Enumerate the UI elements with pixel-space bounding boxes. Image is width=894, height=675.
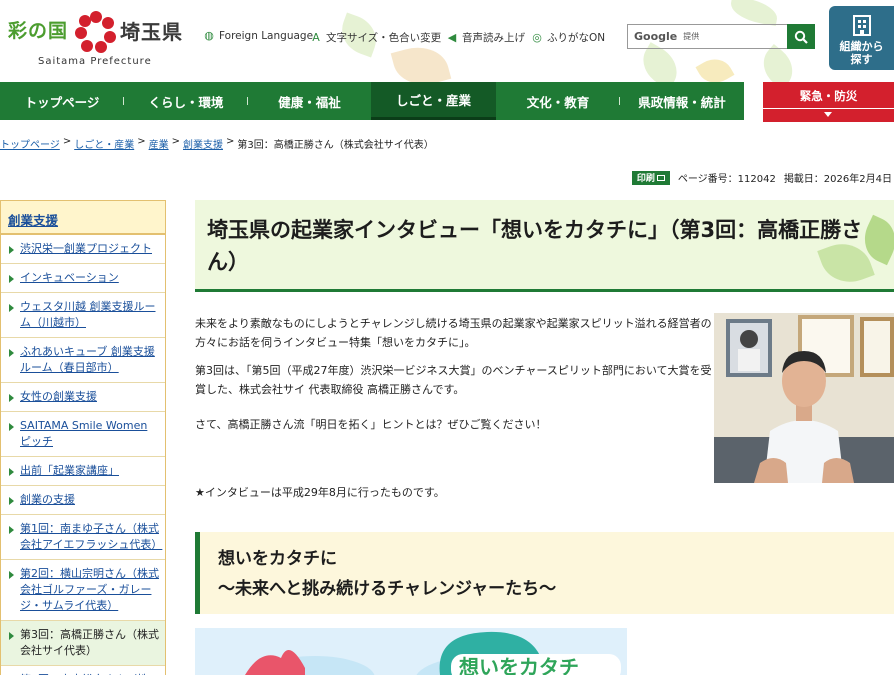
feature-banner-image: 想いをカタチ <box>195 628 627 675</box>
sidebar-item-shibusawa-project[interactable]: 渋沢栄一創業プロジェクト <box>1 235 165 264</box>
search-input[interactable]: Google 提供 <box>627 24 787 49</box>
breadcrumb: トップページ > しごと・産業 > 産業 > 創業支援 > 第3回：高橋正勝さん… <box>0 136 434 151</box>
nav-living-environment[interactable]: くらし・環境 <box>124 82 248 120</box>
print-button[interactable]: 印刷 <box>631 170 670 185</box>
breadcrumb-startup-support[interactable]: 創業支援 <box>183 136 223 151</box>
search-button[interactable] <box>787 24 815 49</box>
logo-text-left: 彩の国 <box>8 20 69 42</box>
site-logo[interactable]: 彩の国 埼玉県 Saitama Prefecture <box>8 10 198 70</box>
intro-paragraph: 第3回は、「第5回（平成27年度）渋沢栄一ビジネス大賞」のベンチャースピリット部… <box>195 364 712 396</box>
text-size-color-link[interactable]: A 文字サイズ・色合い変更 <box>310 30 441 45</box>
section-heading-line1: 想いをカタチに <box>218 549 337 569</box>
nav-work-industry[interactable]: しごと・産業 <box>371 82 496 120</box>
sidebar-item-interview-2[interactable]: 第2回：横山宗明さん（株式会社ゴルファーズ・ガレージ・サムライ代表） <box>1 560 165 621</box>
sidebar-item-startup-support[interactable]: 創業の支援 <box>1 486 165 515</box>
sidebar-item-fureai-cube[interactable]: ふれあいキューブ 創業支援ルーム（春日部市） <box>1 338 165 383</box>
sidebar: 創業支援 渋沢栄一創業プロジェクト インキュベーション ウェスタ川越 創業支援ル… <box>0 200 166 675</box>
banner-text: 想いをカタチ <box>459 655 579 675</box>
page-info: 印刷 ページ番号：112042 掲載日：2026年2月4日 <box>631 170 892 185</box>
chevron-down-icon <box>824 112 832 117</box>
prefecture-emblem-icon <box>75 11 116 53</box>
sidebar-item-interview-4[interactable]: 第4回：高木裕之さん（株 <box>1 666 165 675</box>
published-date: 掲載日：2026年2月4日 <box>783 174 892 185</box>
emergency-disaster-button[interactable]: 緊急・防災 <box>763 82 894 122</box>
speech-reader-link[interactable]: ◀ 音声読み上げ <box>446 30 525 45</box>
breadcrumb-top[interactable]: トップページ <box>0 136 60 151</box>
leaf-decoration <box>728 0 780 27</box>
search-by-organization-button[interactable]: 組織から 探す <box>829 6 894 70</box>
sidebar-item-interview-3[interactable]: 第3回：高橋正勝さん（株式会社サイ代表） <box>1 621 165 666</box>
sidebar-title[interactable]: 創業支援 <box>1 201 165 235</box>
intro-paragraph: さて、高橋正勝さん流「明日を拓く」ヒントとは？ぜひご覧ください！ <box>195 418 547 431</box>
logo-text-right: 埼玉県 <box>120 20 183 44</box>
page-title-box: 埼玉県の起業家インタビュー「想いをカタチに」（第3回：高橋正勝さん） <box>195 200 894 292</box>
intro-text: 未来をより素敵なものにしようとチャレンジし続ける埼玉県の起業家や起業家スピリット… <box>195 314 713 443</box>
nav-top-page[interactable]: トップページ <box>0 82 124 120</box>
foreign-language-link[interactable]: ◍ Foreign Language <box>203 29 313 43</box>
breadcrumb-current: 第3回：高橋正勝さん（株式会社サイ代表） <box>237 140 434 151</box>
speaker-icon: ◀ <box>447 30 457 44</box>
globe-icon: ◍ <box>204 29 214 42</box>
sidebar-item-interview-1[interactable]: 第1回：南まゆ子さん（株式会社アイエフラッシュ代表） <box>1 515 165 560</box>
sidebar-item-incubation[interactable]: インキュベーション <box>1 264 165 293</box>
site-search: Google 提供 <box>627 24 815 49</box>
portrait-illustration <box>714 313 894 483</box>
interview-note: ★インタビューは平成29年8月に行ったものです。 <box>195 486 445 499</box>
printer-icon <box>656 174 665 181</box>
sidebar-item-women-startup[interactable]: 女性の創業支援 <box>1 383 165 412</box>
page-title: 埼玉県の起業家インタビュー「想いをカタチに」（第3回：高橋正勝さん） <box>207 218 863 274</box>
breadcrumb-work-industry[interactable]: しごと・産業 <box>74 136 134 151</box>
section-heading: 想いをカタチに 〜未来へと挑み続けるチャレンジャーたち〜 <box>195 532 894 614</box>
breadcrumb-industry[interactable]: 産業 <box>149 136 169 151</box>
sidebar-item-westa-kawagoe[interactable]: ウェスタ川越 創業支援ルーム（川越市） <box>1 293 165 338</box>
sidebar-item-entrepreneur-lecture[interactable]: 出前「起業家講座」 <box>1 457 165 486</box>
page-number: ページ番号：112042 <box>677 174 776 185</box>
search-icon <box>794 30 808 44</box>
intro-paragraph: 未来をより素敵なものにしようとチャレンジし続ける埼玉県の起業家や起業家スピリット… <box>195 317 712 349</box>
furigana-toggle[interactable]: ◎ ふりがなON <box>531 30 605 45</box>
sidebar-item-smile-women-pitch[interactable]: SAITAMA Smile Women ピッチ <box>1 412 165 457</box>
text-size-icon: A <box>312 30 320 44</box>
building-icon <box>853 15 871 36</box>
logo-text-en: Saitama Prefecture <box>38 56 152 67</box>
nav-culture-education[interactable]: 文化・教育 <box>496 82 620 120</box>
banner-illustration: 想いをカタチ <box>195 628 627 675</box>
nav-health-welfare[interactable]: 健康・福祉 <box>248 82 371 120</box>
interviewee-photo <box>714 313 894 483</box>
site-header: 彩の国 埼玉県 Saitama Prefecture ◍ Foreign Lan… <box>0 0 894 93</box>
global-nav: トップページ くらし・環境 健康・福祉 しごと・産業 文化・教育 県政情報・統計 <box>0 82 744 120</box>
furigana-icon: ◎ <box>532 30 542 44</box>
section-heading-line2: 〜未来へと挑み続けるチャレンジャーたち〜 <box>218 579 557 599</box>
nav-government-statistics[interactable]: 県政情報・統計 <box>620 82 744 120</box>
